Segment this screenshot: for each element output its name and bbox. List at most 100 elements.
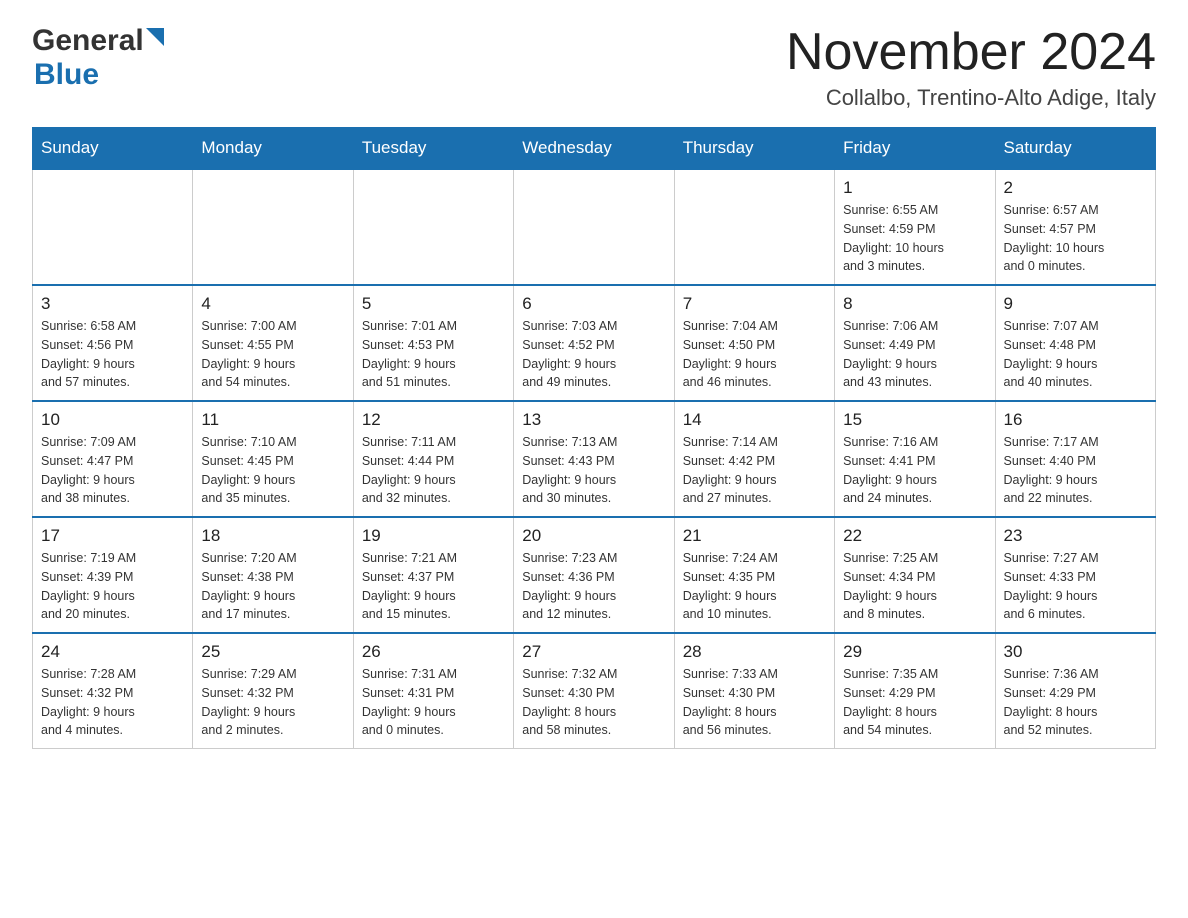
calendar-cell: 29 Sunrise: 7:35 AMSunset: 4:29 PMDayligh… xyxy=(835,633,995,749)
day-number: 4 xyxy=(201,294,344,314)
day-number: 26 xyxy=(362,642,505,662)
calendar-cell: 20 Sunrise: 7:23 AMSunset: 4:36 PMDayligh… xyxy=(514,517,674,633)
day-info: Sunrise: 7:24 AMSunset: 4:35 PMDaylight:… xyxy=(683,549,826,624)
day-number: 15 xyxy=(843,410,986,430)
day-number: 12 xyxy=(362,410,505,430)
day-number: 6 xyxy=(522,294,665,314)
calendar-cell: 9Sunrise: 7:07 AMSunset: 4:48 PMDaylight… xyxy=(995,285,1155,401)
calendar-cell: 10 Sunrise: 7:09 AMSunset: 4:47 PMDayligh… xyxy=(33,401,193,517)
calendar-cell: 5 Sunrise: 7:01 AMSunset: 4:53 PMDaylight… xyxy=(353,285,513,401)
calendar-cell xyxy=(353,169,513,285)
month-title: November 2024 xyxy=(786,24,1156,81)
calendar-cell: 15 Sunrise: 7:16 AMSunset: 4:41 PMDayligh… xyxy=(835,401,995,517)
day-number: 11 xyxy=(201,410,344,430)
calendar-cell: 2Sunrise: 6:57 AMSunset: 4:57 PMDaylight… xyxy=(995,169,1155,285)
day-number: 5 xyxy=(362,294,505,314)
calendar-cell: 16 Sunrise: 7:17 AMSunset: 4:40 PMDayligh… xyxy=(995,401,1155,517)
day-info: Sunrise: 7:04 AMSunset: 4:50 PMDaylight:… xyxy=(683,317,826,392)
calendar-table: SundayMondayTuesdayWednesdayThursdayFrid… xyxy=(32,127,1156,749)
calendar-cell xyxy=(193,169,353,285)
day-info: Sunrise: 7:14 AMSunset: 4:42 PMDaylight:… xyxy=(683,433,826,508)
day-number: 25 xyxy=(201,642,344,662)
weekday-header-sunday: Sunday xyxy=(33,128,193,170)
calendar-cell: 4 Sunrise: 7:00 AMSunset: 4:55 PMDaylight… xyxy=(193,285,353,401)
weekday-header-row: SundayMondayTuesdayWednesdayThursdayFrid… xyxy=(33,128,1156,170)
calendar-cell: 13 Sunrise: 7:13 AMSunset: 4:43 PMDayligh… xyxy=(514,401,674,517)
calendar-cell: 22Sunrise: 7:25 AMSunset: 4:34 PMDayligh… xyxy=(835,517,995,633)
weekday-header-friday: Friday xyxy=(835,128,995,170)
week-row-1: 1 Sunrise: 6:55 AMSunset: 4:59 PMDaylight… xyxy=(33,169,1156,285)
day-info: Sunrise: 7:21 AMSunset: 4:37 PMDaylight:… xyxy=(362,549,505,624)
day-number: 7 xyxy=(683,294,826,314)
week-row-5: 24 Sunrise: 7:28 AMSunset: 4:32 PMDayligh… xyxy=(33,633,1156,749)
day-number: 10 xyxy=(41,410,184,430)
calendar-cell: 26 Sunrise: 7:31 AMSunset: 4:31 PMDayligh… xyxy=(353,633,513,749)
day-info: Sunrise: 7:09 AMSunset: 4:47 PMDaylight:… xyxy=(41,433,184,508)
day-info: Sunrise: 7:10 AMSunset: 4:45 PMDaylight:… xyxy=(201,433,344,508)
day-info: Sunrise: 7:11 AMSunset: 4:44 PMDaylight:… xyxy=(362,433,505,508)
day-number: 14 xyxy=(683,410,826,430)
day-number: 29 xyxy=(843,642,986,662)
calendar-cell: 6 Sunrise: 7:03 AMSunset: 4:52 PMDaylight… xyxy=(514,285,674,401)
logo-triangle-icon xyxy=(146,28,164,51)
calendar-cell xyxy=(33,169,193,285)
day-number: 27 xyxy=(522,642,665,662)
calendar-cell: 19 Sunrise: 7:21 AMSunset: 4:37 PMDayligh… xyxy=(353,517,513,633)
day-number: 3 xyxy=(41,294,184,314)
calendar-cell xyxy=(674,169,834,285)
day-number: 19 xyxy=(362,526,505,546)
day-info: Sunrise: 7:13 AMSunset: 4:43 PMDaylight:… xyxy=(522,433,665,508)
day-info: Sunrise: 6:58 AMSunset: 4:56 PMDaylight:… xyxy=(41,317,184,392)
calendar-cell: 30 Sunrise: 7:36 AMSunset: 4:29 PMDayligh… xyxy=(995,633,1155,749)
day-number: 24 xyxy=(41,642,184,662)
day-info: Sunrise: 7:19 AMSunset: 4:39 PMDaylight:… xyxy=(41,549,184,624)
day-number: 13 xyxy=(522,410,665,430)
day-info: Sunrise: 7:20 AMSunset: 4:38 PMDaylight:… xyxy=(201,549,344,624)
day-number: 21 xyxy=(683,526,826,546)
day-number: 30 xyxy=(1004,642,1147,662)
day-info: Sunrise: 7:23 AMSunset: 4:36 PMDaylight:… xyxy=(522,549,665,624)
day-number: 18 xyxy=(201,526,344,546)
day-info: Sunrise: 7:36 AMSunset: 4:29 PMDaylight:… xyxy=(1004,665,1147,740)
week-row-2: 3 Sunrise: 6:58 AMSunset: 4:56 PMDaylight… xyxy=(33,285,1156,401)
weekday-header-saturday: Saturday xyxy=(995,128,1155,170)
day-info: Sunrise: 7:16 AMSunset: 4:41 PMDaylight:… xyxy=(843,433,986,508)
calendar-cell: 24 Sunrise: 7:28 AMSunset: 4:32 PMDayligh… xyxy=(33,633,193,749)
day-info: Sunrise: 7:25 AMSunset: 4:34 PMDaylight:… xyxy=(843,549,986,624)
calendar-cell: 23Sunrise: 7:27 AMSunset: 4:33 PMDayligh… xyxy=(995,517,1155,633)
day-info: Sunrise: 7:03 AMSunset: 4:52 PMDaylight:… xyxy=(522,317,665,392)
day-info: Sunrise: 7:35 AMSunset: 4:29 PMDaylight:… xyxy=(843,665,986,740)
day-number: 28 xyxy=(683,642,826,662)
day-info: Sunrise: 7:32 AMSunset: 4:30 PMDaylight:… xyxy=(522,665,665,740)
day-number: 23 xyxy=(1004,526,1147,546)
day-number: 16 xyxy=(1004,410,1147,430)
calendar-cell: 1 Sunrise: 6:55 AMSunset: 4:59 PMDaylight… xyxy=(835,169,995,285)
day-info: Sunrise: 7:29 AMSunset: 4:32 PMDaylight:… xyxy=(201,665,344,740)
weekday-header-monday: Monday xyxy=(193,128,353,170)
calendar-cell: 3 Sunrise: 6:58 AMSunset: 4:56 PMDaylight… xyxy=(33,285,193,401)
day-number: 20 xyxy=(522,526,665,546)
calendar-cell xyxy=(514,169,674,285)
day-info: Sunrise: 7:31 AMSunset: 4:31 PMDaylight:… xyxy=(362,665,505,740)
day-number: 1 xyxy=(843,178,986,198)
week-row-4: 17 Sunrise: 7:19 AMSunset: 4:39 PMDayligh… xyxy=(33,517,1156,633)
day-info: Sunrise: 6:55 AMSunset: 4:59 PMDaylight:… xyxy=(843,201,986,276)
weekday-header-wednesday: Wednesday xyxy=(514,128,674,170)
day-number: 8 xyxy=(843,294,986,314)
calendar-cell: 8 Sunrise: 7:06 AMSunset: 4:49 PMDaylight… xyxy=(835,285,995,401)
calendar-cell: 11 Sunrise: 7:10 AMSunset: 4:45 PMDayligh… xyxy=(193,401,353,517)
day-number: 17 xyxy=(41,526,184,546)
logo-blue: Blue xyxy=(32,58,99,91)
calendar-cell: 17 Sunrise: 7:19 AMSunset: 4:39 PMDayligh… xyxy=(33,517,193,633)
logo-general: General xyxy=(32,24,144,58)
day-info: Sunrise: 7:01 AMSunset: 4:53 PMDaylight:… xyxy=(362,317,505,392)
calendar-cell: 14 Sunrise: 7:14 AMSunset: 4:42 PMDayligh… xyxy=(674,401,834,517)
day-info: Sunrise: 7:00 AMSunset: 4:55 PMDaylight:… xyxy=(201,317,344,392)
logo: General Blue xyxy=(32,24,164,92)
day-info: Sunrise: 7:28 AMSunset: 4:32 PMDaylight:… xyxy=(41,665,184,740)
weekday-header-tuesday: Tuesday xyxy=(353,128,513,170)
day-info: Sunrise: 7:06 AMSunset: 4:49 PMDaylight:… xyxy=(843,317,986,392)
calendar-cell: 21 Sunrise: 7:24 AMSunset: 4:35 PMDayligh… xyxy=(674,517,834,633)
day-info: Sunrise: 7:17 AMSunset: 4:40 PMDaylight:… xyxy=(1004,433,1147,508)
day-info: Sunrise: 7:33 AMSunset: 4:30 PMDaylight:… xyxy=(683,665,826,740)
